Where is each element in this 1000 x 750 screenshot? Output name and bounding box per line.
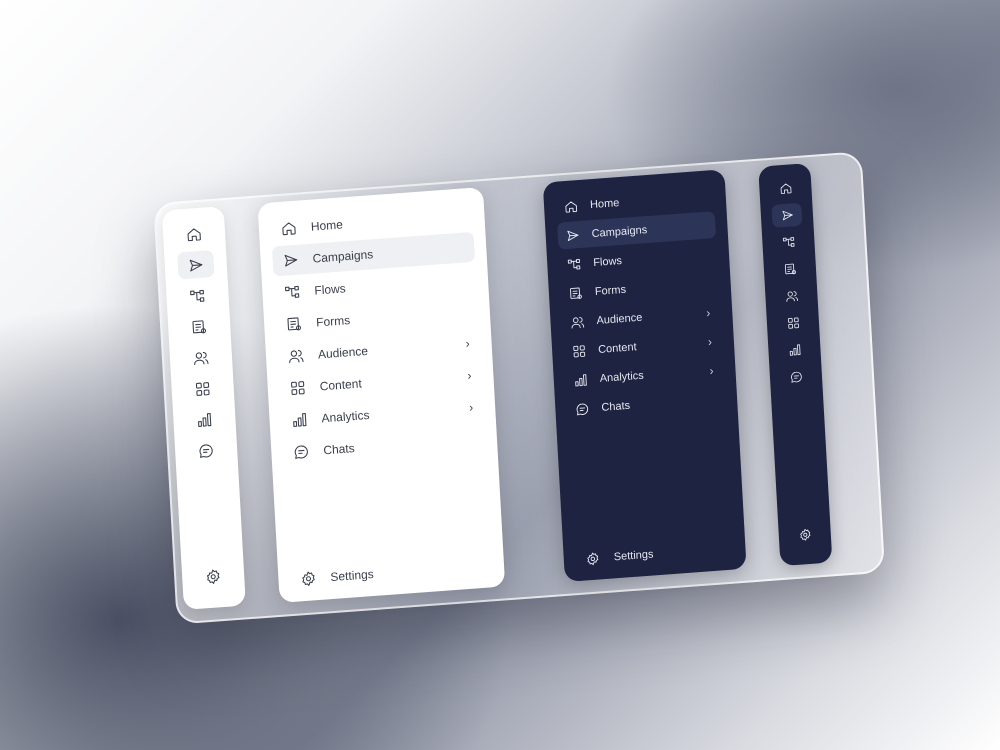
chat-icon: [294, 445, 308, 459]
home-icon: [187, 227, 201, 241]
chart-icon: [293, 413, 307, 427]
settings-nav-button[interactable]: [194, 561, 231, 591]
forms-nav-button[interactable]: [181, 312, 218, 342]
campaigns-nav-button[interactable]: [177, 249, 215, 280]
chevron-right-icon: ›: [705, 305, 711, 320]
home-icon: [780, 183, 791, 194]
content-nav-button[interactable]: [777, 311, 808, 336]
users-icon: [785, 291, 798, 302]
chevron-right-icon: ›: [709, 363, 714, 378]
nav-item-label: Chats: [322, 441, 356, 458]
chart-icon: [575, 373, 587, 386]
nav-item-label: Campaigns: [312, 247, 374, 266]
sidebar-variants-showcase: Home Campaigns Flows Forms Audience › Co…: [153, 151, 886, 625]
send-icon: [567, 230, 579, 241]
home-icon: [565, 200, 578, 213]
audience-nav-button[interactable]: [182, 343, 219, 373]
chevron-right-icon: ›: [467, 368, 472, 383]
home-icon: [282, 222, 296, 236]
settings-label: Settings: [330, 566, 375, 585]
chat-icon: [199, 443, 213, 458]
flows-icon: [284, 285, 300, 298]
settings-label: Settings: [613, 548, 654, 564]
analytics-nav-button[interactable]: [779, 338, 810, 363]
nav-item-label: Flows: [314, 281, 347, 298]
nav-item-label: Home: [310, 217, 344, 234]
grid-icon: [787, 317, 799, 329]
settings-nav-button[interactable]: [789, 522, 820, 547]
nav-item-label: Flows: [592, 254, 623, 269]
gear-icon: [587, 552, 599, 566]
chevron-right-icon: ›: [468, 400, 474, 415]
sidebar-dark-expanded: Home Campaigns Flows Forms Audience › Co…: [542, 169, 747, 582]
nav-item-settings[interactable]: Settings: [300, 566, 374, 587]
users-icon: [289, 350, 304, 364]
chart-icon: [197, 412, 212, 427]
chevron-right-icon: ›: [707, 334, 713, 349]
grid-icon: [195, 381, 210, 396]
nav-item-label: Forms: [594, 283, 627, 298]
send-icon: [781, 210, 793, 221]
content-nav-button[interactable]: [184, 374, 221, 404]
sidebar-light-expanded: Home Campaigns Flows Forms Audience › Co…: [257, 186, 506, 603]
home-nav-button[interactable]: [770, 176, 801, 201]
users-icon: [194, 351, 209, 365]
chat-icon: [576, 403, 589, 415]
grid-icon: [573, 344, 586, 357]
flows-icon: [782, 237, 794, 247]
chats-nav-button[interactable]: [780, 364, 811, 389]
flows-icon: [190, 289, 205, 302]
forms-icon: [287, 317, 302, 331]
nav-item-label: Analytics: [599, 369, 645, 385]
nav-item-label: Home: [589, 196, 620, 211]
nav-item-label: Campaigns: [591, 223, 648, 240]
gear-icon: [799, 528, 810, 541]
nav-item-settings[interactable]: Settings: [585, 547, 654, 566]
nav-item-label: Content: [597, 340, 637, 356]
campaigns-nav-button[interactable]: [771, 202, 803, 228]
nav-item-label: Audience: [596, 311, 643, 327]
flows-icon: [567, 258, 581, 269]
nav-item-label: Content: [319, 376, 363, 394]
flows-nav-button[interactable]: [773, 230, 804, 255]
chevron-right-icon: ›: [465, 336, 470, 351]
chats-nav-button[interactable]: [187, 436, 224, 466]
users-icon: [571, 316, 585, 329]
flows-nav-button[interactable]: [179, 281, 216, 311]
nav-item-label: Forms: [315, 313, 351, 330]
forms-icon: [784, 263, 796, 275]
forms-icon: [569, 287, 582, 299]
send-icon: [189, 259, 203, 271]
forms-icon: [192, 319, 206, 333]
gear-icon: [206, 569, 220, 584]
audience-nav-button[interactable]: [776, 284, 807, 309]
nav-item-label: Chats: [601, 399, 631, 414]
chart-icon: [789, 344, 801, 356]
home-nav-button[interactable]: [175, 219, 212, 249]
grid-icon: [291, 381, 305, 395]
chat-icon: [790, 371, 802, 383]
forms-nav-button[interactable]: [774, 257, 805, 282]
analytics-nav-button[interactable]: [186, 405, 223, 435]
nav-item-label: Analytics: [321, 407, 370, 426]
nav-item-label: Audience: [317, 343, 369, 362]
gear-icon: [302, 571, 315, 586]
send-icon: [284, 254, 298, 267]
